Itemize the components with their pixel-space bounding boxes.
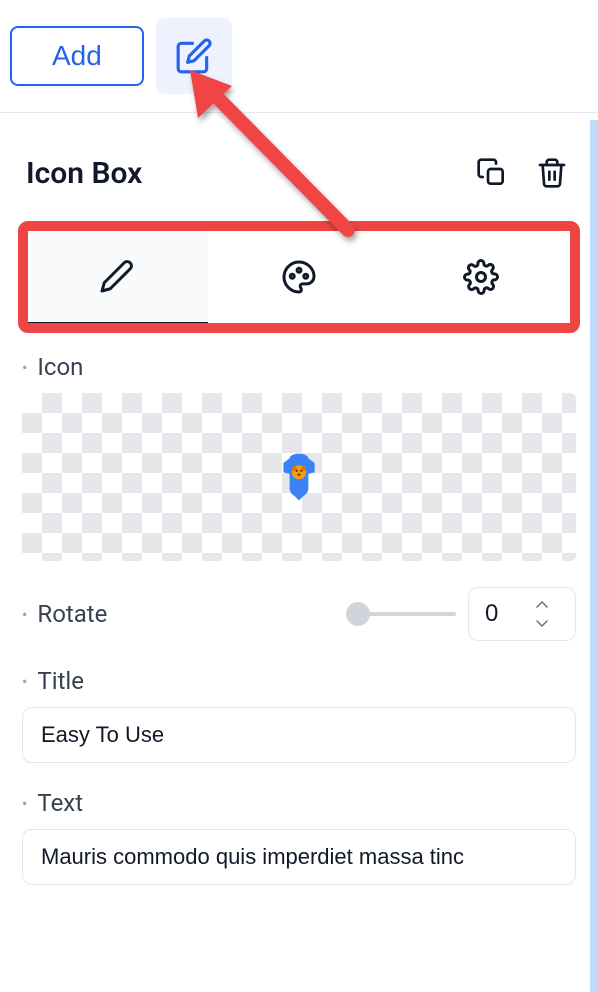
field-icon-label: Icon <box>22 353 576 381</box>
delete-button[interactable] <box>532 153 572 193</box>
rotate-decrement[interactable] <box>533 616 551 630</box>
rotate-input[interactable] <box>485 600 525 628</box>
title-input[interactable] <box>22 707 576 763</box>
rotate-increment[interactable] <box>533 598 551 612</box>
tab-content[interactable] <box>26 229 208 325</box>
duplicate-button[interactable] <box>472 153 512 193</box>
palette-icon <box>281 259 317 295</box>
field-title: Title <box>22 667 576 763</box>
tab-advanced[interactable] <box>390 229 572 325</box>
text-input[interactable] <box>22 829 576 885</box>
chevron-down-icon <box>536 619 548 627</box>
panel-actions <box>472 153 572 193</box>
scrollbar[interactable] <box>590 120 598 992</box>
property-tabs <box>26 229 572 325</box>
field-icon: Icon <box>22 353 576 561</box>
icon-preview-area[interactable] <box>22 393 576 561</box>
field-rotate: Rotate <box>22 587 576 641</box>
pencil-icon <box>99 258 135 294</box>
tabs-container <box>18 221 580 333</box>
add-button[interactable]: Add <box>10 26 144 86</box>
field-text-label: Text <box>22 789 576 817</box>
edit-button[interactable] <box>156 18 232 94</box>
properties-panel: Icon Box <box>0 113 598 885</box>
top-toolbar: Add <box>0 0 598 113</box>
field-rotate-label: Rotate <box>22 600 107 628</box>
trash-icon <box>536 157 568 189</box>
chevron-up-icon <box>536 601 548 609</box>
field-text: Text <box>22 789 576 885</box>
field-title-label: Title <box>22 667 576 695</box>
copy-icon <box>476 157 508 189</box>
pencil-square-icon <box>175 37 213 75</box>
rotate-slider[interactable] <box>346 612 456 616</box>
panel-title: Icon Box <box>26 156 142 191</box>
baby-onesie-icon <box>274 452 324 502</box>
gear-icon <box>463 259 499 295</box>
panel-header: Icon Box <box>18 113 580 221</box>
fields-section: Icon Rotate <box>18 333 580 885</box>
tab-style[interactable] <box>208 229 390 325</box>
rotate-number-wrap <box>468 587 576 641</box>
